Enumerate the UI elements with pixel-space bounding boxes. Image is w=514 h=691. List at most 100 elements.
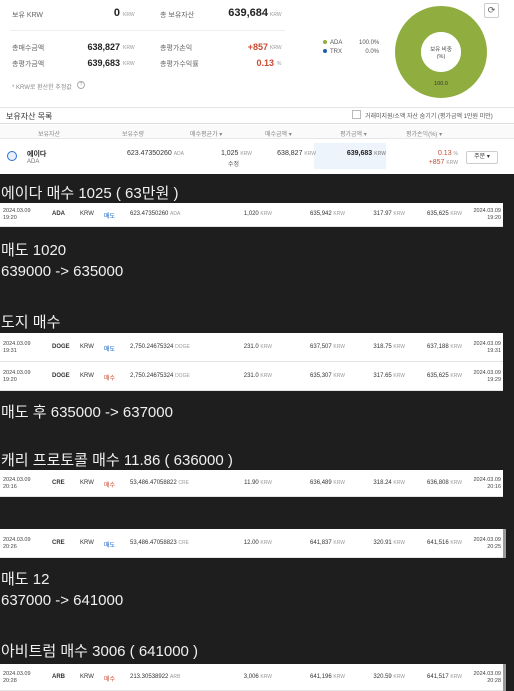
scrollbar[interactable] (503, 664, 506, 691)
trade-date: 2024.03.09 (3, 370, 31, 376)
trade-fee: 320.91 KRW (345, 540, 405, 546)
trade-market: KRW (80, 344, 94, 350)
eval-profit-label: 총평가손익 (160, 45, 193, 52)
trade-amount-unit: KRW (333, 344, 345, 350)
qty-unit: ADA (173, 151, 184, 157)
trade-settle-unit: KRW (450, 540, 462, 546)
trade-date: 2024.03.09 (473, 370, 501, 376)
profit-pct-unit: % (453, 151, 458, 157)
note-heading: 639000 -> 635000 (1, 263, 124, 280)
trade-price-value: 231.0 (243, 373, 259, 379)
donut-center-label: 보유 비중 (430, 45, 452, 53)
trade-market: KRW (80, 674, 94, 680)
trade-qty-value: 623.47350260 (130, 211, 169, 217)
trade-fee-unit: KRW (393, 373, 405, 379)
holding-avg: 1,025 KRW (196, 150, 252, 157)
refresh-button[interactable]: ⟳ (484, 3, 499, 18)
trade-time: 19:29 (487, 377, 501, 383)
trade-time: 19:20 (3, 377, 17, 383)
trade-fee: 317.65 KRW (345, 373, 405, 379)
trade-row[interactable]: 2024.03.09 19:20 DOGE KRW 매수 2,750.24675324 D… (0, 362, 503, 391)
trade-time: 20:16 (487, 484, 501, 490)
page: 보유 KRW 0 KRW 총 보유자산 639,684 KRW 총매수금액 63… (0, 0, 514, 691)
unit-krw: KRW (123, 61, 135, 67)
buy-amount-unit: KRW (304, 151, 316, 157)
trade-row[interactable]: 2024.03.09 20:26 CRE KRW 매도 53,486.47058823 C… (0, 529, 503, 558)
trade-settle-value: 635,625 (427, 211, 449, 217)
avg-edit-link[interactable]: 수정 (228, 159, 239, 168)
profit-amount-unit: KRW (446, 160, 458, 166)
trade-qty-unit: CRE (178, 540, 189, 546)
trade-row[interactable]: 2024.03.09 20:28 ARB KRW 매수 213.30538922 ARB 3… (0, 664, 503, 691)
trade-ordered-at: 2024.03.09 19:31 (3, 341, 31, 355)
hide-small-assets-checkbox[interactable] (352, 110, 361, 119)
trade-qty-value: 53,486.47058823 (130, 540, 177, 546)
trade-qty-value: 213.30538922 (130, 674, 169, 680)
refresh-icon: ⟳ (487, 5, 496, 15)
trade-settle-unit: KRW (450, 480, 462, 486)
holding-symbol: ADA (27, 159, 40, 165)
col-qty: 보유수량 (122, 132, 145, 138)
trade-qty: 53,486.47058823 CRE (130, 540, 189, 546)
col-eval-amount[interactable]: 평가금액 ▾ (340, 129, 367, 138)
trade-price-unit: KRW (260, 674, 272, 680)
trade-side: 매도 (104, 347, 116, 353)
trade-settle: 635,625 KRW (410, 211, 462, 217)
col-buy-amount[interactable]: 매수금액 ▾ (265, 129, 292, 138)
holding-krw-label: 보유 KRW (12, 12, 44, 19)
legend-dot-icon (323, 49, 327, 54)
donut-slice-label: 100.0 (434, 81, 448, 87)
return-label: 총평가수익률 (160, 61, 199, 68)
holding-row[interactable] (0, 140, 514, 174)
note-heading: 637000 -> 641000 (1, 592, 124, 609)
trade-amount: 641,837 KRW (280, 540, 345, 546)
portfolio-panel: 보유 KRW 0 KRW 총 보유자산 639,684 KRW 총매수금액 63… (0, 0, 514, 174)
total-buy-value: 638,827 (87, 42, 120, 52)
trade-fee: 318.24 KRW (345, 480, 405, 486)
scrollbar[interactable] (503, 529, 506, 558)
unit-krw: KRW (123, 12, 135, 18)
trade-side: 매수 (104, 376, 116, 382)
trade-time: 20:16 (3, 484, 17, 490)
hide-small-assets-label[interactable]: 거래미지원/소액 자산 숨기기 (평가금액 1만원 미만) (365, 111, 493, 120)
trade-date: 2024.03.09 (3, 671, 31, 677)
eval-amount-unit: KRW (374, 151, 386, 157)
trade-settle-value: 635,625 (427, 373, 449, 379)
trade-settle-unit: KRW (450, 373, 462, 379)
col-avg-price[interactable]: 매수평균가 ▾ (190, 129, 222, 138)
trade-date: 2024.03.09 (473, 537, 501, 543)
trade-qty: 623.47350260 ADA (130, 211, 180, 217)
holding-krw-value: 0 (113, 7, 120, 19)
ada-coin-icon (7, 151, 17, 161)
trade-settle: 636,808 KRW (410, 480, 462, 486)
trade-price-value: 231.0 (243, 344, 259, 350)
trade-date: 2024.03.09 (473, 477, 501, 483)
trade-ordered-at: 2024.03.09 20:16 (3, 477, 31, 491)
trade-price-value: 1,020 (243, 211, 259, 217)
order-button[interactable]: 주문 ▾ (466, 151, 498, 164)
trade-amount-unit: KRW (333, 373, 345, 379)
trade-fee-value: 318.75 (373, 344, 392, 350)
col-profit[interactable]: 평가손익(%) ▾ (406, 129, 442, 138)
holdings-title: 보유자산 목록 (6, 112, 53, 121)
trade-settled-at: 2024.03.09 19:31 (467, 341, 501, 355)
legend-pct: 0.0% (365, 49, 379, 55)
trade-price-unit: KRW (260, 373, 272, 379)
holding-profit-amount: +857 KRW (414, 159, 458, 166)
trade-ordered-at: 2024.03.09 20:28 (3, 671, 31, 685)
trade-amount: 637,507 KRW (280, 344, 345, 350)
question-circle-icon[interactable]: ? (77, 81, 85, 89)
note-heading: 매도 후 635000 -> 637000 (1, 404, 173, 421)
avg-unit: KRW (240, 151, 252, 157)
trade-row[interactable]: 2024.03.09 19:31 DOGE KRW 매도 2,750.24675324 D… (0, 333, 503, 362)
buy-amount-value: 638,827 (277, 150, 303, 157)
trade-fee-unit: KRW (393, 540, 405, 546)
trade-amount-value: 641,837 (310, 540, 332, 546)
trade-ordered-at: 2024.03.09 19:20 (3, 208, 31, 222)
total-buy-label: 총매수금액 (12, 45, 45, 52)
trade-row[interactable]: 2024.03.09 19:20 ADA KRW 매도 623.47350260 ADA 1… (0, 203, 503, 227)
trade-side: 매수 (104, 677, 116, 683)
trade-row[interactable]: 2024.03.09 20:16 CRE KRW 매수 53,486.47058822 C… (0, 470, 503, 497)
trade-amount-value: 637,507 (310, 344, 332, 350)
trade-qty-value: 53,486.47058822 (130, 480, 177, 486)
